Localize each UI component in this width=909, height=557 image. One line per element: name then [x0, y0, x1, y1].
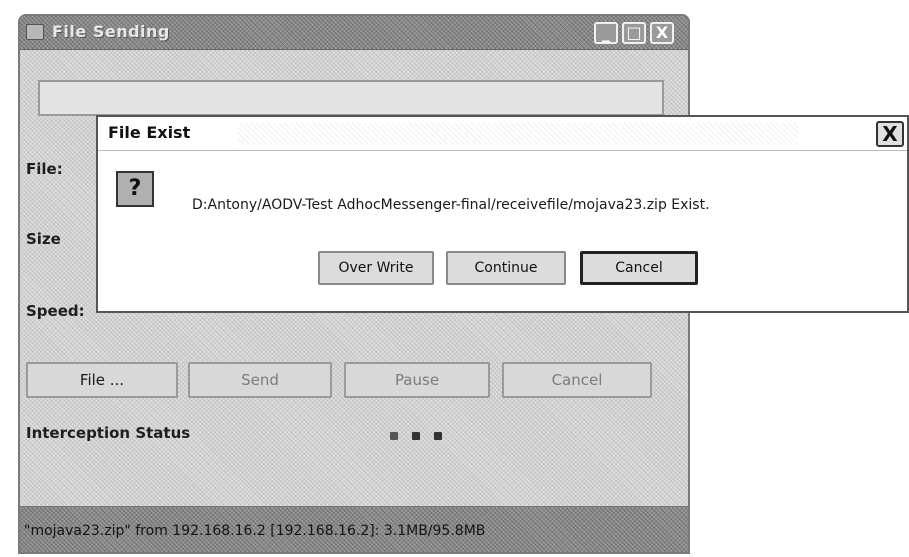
window-title: File Sending [52, 22, 170, 41]
file-path-field[interactable] [38, 80, 664, 116]
dialog-body: ? D:Antony/AODV-Test AdhocMessenger-fina… [98, 151, 907, 311]
dialog-title: File Exist [108, 123, 191, 142]
size-label: Size [26, 230, 61, 248]
close-icon[interactable]: X [650, 22, 674, 44]
status-bar: "mojava23.zip" from 192.168.16.2 [192.16… [20, 506, 688, 552]
interception-status-label: Interception Status [26, 424, 191, 442]
status-indicator-dot [412, 432, 420, 440]
maximize-icon[interactable]: □ [622, 22, 646, 44]
main-title-bar[interactable]: File Sending _ □ X [20, 16, 688, 50]
transfer-status-text: "mojava23.zip" from 192.168.16.2 [192.16… [24, 523, 486, 539]
dialog-title-bar[interactable]: File Exist X [98, 117, 907, 151]
pause-button[interactable]: Pause [344, 362, 490, 398]
overwrite-button[interactable]: Over Write [318, 251, 434, 285]
close-icon[interactable]: X [876, 121, 904, 147]
question-icon: ? [116, 171, 154, 207]
status-indicator-dot [434, 432, 442, 440]
file-label: File: [26, 160, 63, 178]
speed-label: Speed: [26, 302, 85, 320]
file-exist-dialog: File Exist X ? D:Antony/AODV-Test AdhocM… [96, 115, 909, 313]
app-icon [26, 24, 44, 40]
dialog-cancel-button[interactable]: Cancel [580, 251, 698, 285]
cancel-button[interactable]: Cancel [502, 362, 652, 398]
file-browse-button[interactable]: File ... [26, 362, 178, 398]
title-bar-gradient [238, 123, 798, 145]
minimize-icon[interactable]: _ [594, 22, 618, 44]
dialog-message: D:Antony/AODV-Test AdhocMessenger-final/… [192, 197, 710, 213]
status-indicator-dot [390, 432, 398, 440]
continue-button[interactable]: Continue [446, 251, 566, 285]
send-button[interactable]: Send [188, 362, 332, 398]
